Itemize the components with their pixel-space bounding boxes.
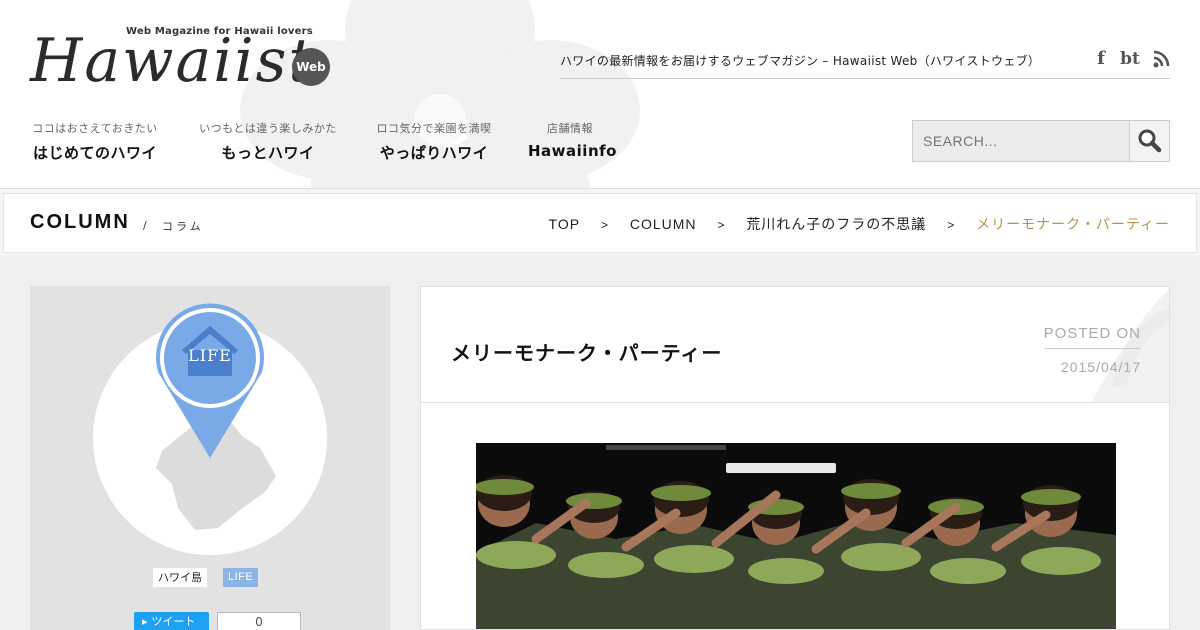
logo-tagline: Web Magazine for Hawaii lovers [126,26,313,37]
article-header: メリーモナーク・パーティー POSTED ON 2015/04/17 [421,287,1169,403]
breadcrumb-current: メリーモナーク・パーティー [976,216,1170,232]
section-title: COLUMN [30,211,130,233]
nav-item-label: もっとハワイ [221,144,315,162]
nav-item-sub: ロコ気分で楽園を満喫 [376,122,492,135]
search-box [912,120,1170,162]
nav-item-sub: 店舗情報 [547,122,593,135]
site-header: Hawaiist Web Magazine for Hawaii lovers … [0,0,1200,188]
breadcrumb-bar: COLUMN / コラム TOP > COLUMN > 荒川れん子のフラの不思議… [0,188,1200,256]
breadcrumb: TOP > COLUMN > 荒川れん子のフラの不思議 > メリーモナーク・パー… [549,214,1170,234]
article-hero-photo [476,443,1116,629]
breadcrumb-separator: > [717,218,726,232]
nav-item-label: やっぱりハワイ [379,144,489,162]
breadcrumb-separator: > [600,218,609,232]
nav-item-yappari[interactable]: ロコ気分で楽園を満喫 やっぱりハワイ [372,120,496,163]
search-icon [1138,129,1162,153]
logo-web-badge: Web [292,48,330,86]
nav-item-hajimete[interactable]: ココはおさえておきたい はじめてのハワイ [30,120,160,163]
tweet-button[interactable]: ▸ ツイート [134,612,209,630]
nav-item-sub: ココはおさえておきたい [32,122,158,135]
breadcrumb-top[interactable]: TOP [549,216,581,232]
tag-region[interactable]: ハワイ島 [153,568,207,587]
facebook-icon[interactable]: f [1092,48,1110,70]
sidebar-location-card: LIFE [30,286,390,630]
nav-item-sub: いつもとは違う楽しみかた [199,122,337,135]
pin-category-label: LIFE [188,346,232,365]
nav-item-label: はじめてのハワイ [32,144,157,162]
rss-icon[interactable] [1152,48,1170,70]
leaf-watermark [1091,289,1169,402]
nav-item-label: Hawaiinfo [528,142,617,160]
section-slash: / [143,219,147,232]
breadcrumb-series[interactable]: 荒川れん子のフラの不思議 [746,214,926,234]
site-logo[interactable]: Hawaiist Web Magazine for Hawaii lovers … [30,24,340,96]
twitter-icon: ▸ [142,615,152,628]
tag-category[interactable]: LIFE [223,568,259,587]
nav-item-motto[interactable]: いつもとは違う楽しみかた もっとハワイ [196,120,340,163]
section-subtitle: コラム [162,220,204,233]
breadcrumb-column[interactable]: COLUMN [630,216,697,232]
bt-icon[interactable]: bt [1117,48,1143,70]
site-tagline: ハワイの最新情報をお届けするウェブマガジン – Hawaiist Web（ハワイ… [560,54,1041,68]
article-card: メリーモナーク・パーティー POSTED ON 2015/04/17 [420,286,1170,630]
posted-date: 2015/04/17 [1060,359,1141,375]
search-button[interactable] [1129,121,1169,161]
hula-dancers-image [476,443,1116,629]
island-map [93,303,327,555]
tweet-count: 0 [217,612,301,630]
breadcrumb-separator: > [947,218,956,232]
tweet-label: ツイート [151,615,196,628]
search-input[interactable] [913,121,1129,161]
posted-divider [1044,348,1140,349]
article-title: メリーモナーク・パーティー [451,341,723,365]
nav-item-hawaiinfo[interactable]: 店舗情報 Hawaiinfo [528,120,617,160]
header-divider [560,78,1170,79]
posted-on-label: POSTED ON [1043,325,1141,342]
